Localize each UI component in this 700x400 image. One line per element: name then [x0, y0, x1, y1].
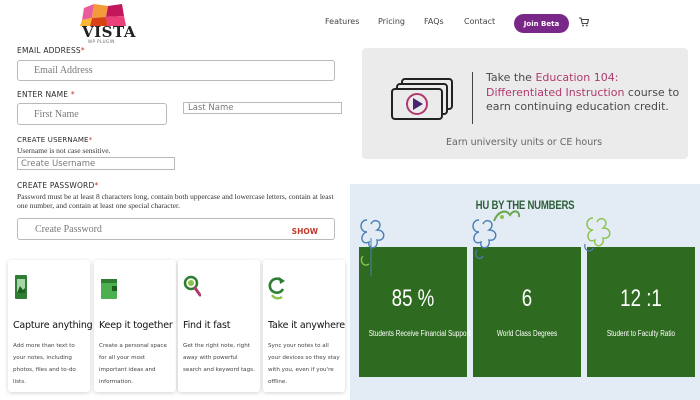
feature-card-together[interactable]: Keep it together Create a personal space…	[94, 260, 176, 392]
stat-value: 12 :1	[620, 285, 662, 312]
promo-divider	[472, 72, 473, 124]
name-label: ENTER NAME *	[17, 90, 75, 99]
feature-card-capture[interactable]: Capture anything Add more than text to y…	[8, 260, 93, 392]
username-hint: Username is not case sensitive.	[17, 146, 111, 155]
nav-contact[interactable]: Contact	[464, 17, 495, 26]
feature-desc: Sync your notes to all your devices so t…	[268, 343, 340, 385]
clover-right-icon	[584, 217, 611, 252]
username-label: CREATE USERNAME*	[17, 136, 93, 144]
feature-desc: Get the right note, right away with powe…	[183, 343, 255, 373]
sync-icon	[268, 277, 285, 300]
nav-faqs[interactable]: FAQs	[424, 17, 444, 26]
stat-label: Student to Faculty Ratio	[606, 329, 676, 338]
notebook-icon	[101, 279, 117, 299]
last-name-field[interactable]: Last Name	[183, 102, 342, 114]
password-hint: Password must be at least 8 characters l…	[17, 192, 334, 210]
promo-subtext: Earn university units or CE hours	[446, 137, 603, 148]
logo-subtext: WP PLUGIN	[88, 39, 115, 44]
search-icon	[183, 275, 201, 297]
capture-icon	[15, 275, 27, 299]
feature-title: Take it anywhere	[268, 320, 345, 331]
feature-title: Keep it together	[99, 320, 173, 331]
stat-value: 85 %	[391, 285, 435, 312]
nav-features[interactable]: Features	[325, 17, 359, 26]
feature-title: Capture anything	[13, 320, 93, 331]
feature-desc: Add more than text to your notes, includ…	[13, 343, 76, 385]
email-label: EMAIL ADDRESS*	[17, 46, 85, 55]
site-logo[interactable]: VISTA WP PLUGIN	[80, 4, 135, 44]
course-promo[interactable]: Take the Education 104: Differentiated I…	[362, 48, 688, 159]
stat-label: World Class Degrees	[496, 329, 558, 338]
nav-pricing[interactable]: Pricing	[378, 17, 405, 26]
feature-title: Find it fast	[183, 320, 231, 331]
stat-label: Students Receive Financial Support	[368, 329, 471, 338]
first-name-field[interactable]: First Name	[17, 103, 167, 125]
video-course-icon	[391, 78, 453, 120]
email-field[interactable]: Email Address	[17, 60, 335, 81]
feature-card-find[interactable]: Find it fast Get the right note, right a…	[178, 260, 260, 392]
username-field[interactable]: Create Username	[17, 157, 175, 170]
clover-left-icon	[360, 219, 385, 276]
show-password-button[interactable]: SHOW	[292, 227, 318, 236]
join-beta-button[interactable]: Join Beta	[514, 14, 569, 33]
password-field[interactable]: Create Password SHOW	[17, 218, 335, 240]
password-label: CREATE PASSWORD*	[17, 181, 99, 190]
feature-card-anywhere[interactable]: Take it anywhere Sync your notes to all …	[263, 260, 345, 392]
promo-text: Take the Education 104: Differentiated I…	[486, 71, 680, 113]
stats-title: HU BY THE NUMBERS	[475, 198, 575, 212]
stat-value: 6	[521, 285, 533, 312]
clover-middle-icon	[472, 219, 497, 260]
cart-icon[interactable]	[579, 17, 589, 27]
feature-desc: Create a personal space for all your mos…	[99, 343, 167, 385]
